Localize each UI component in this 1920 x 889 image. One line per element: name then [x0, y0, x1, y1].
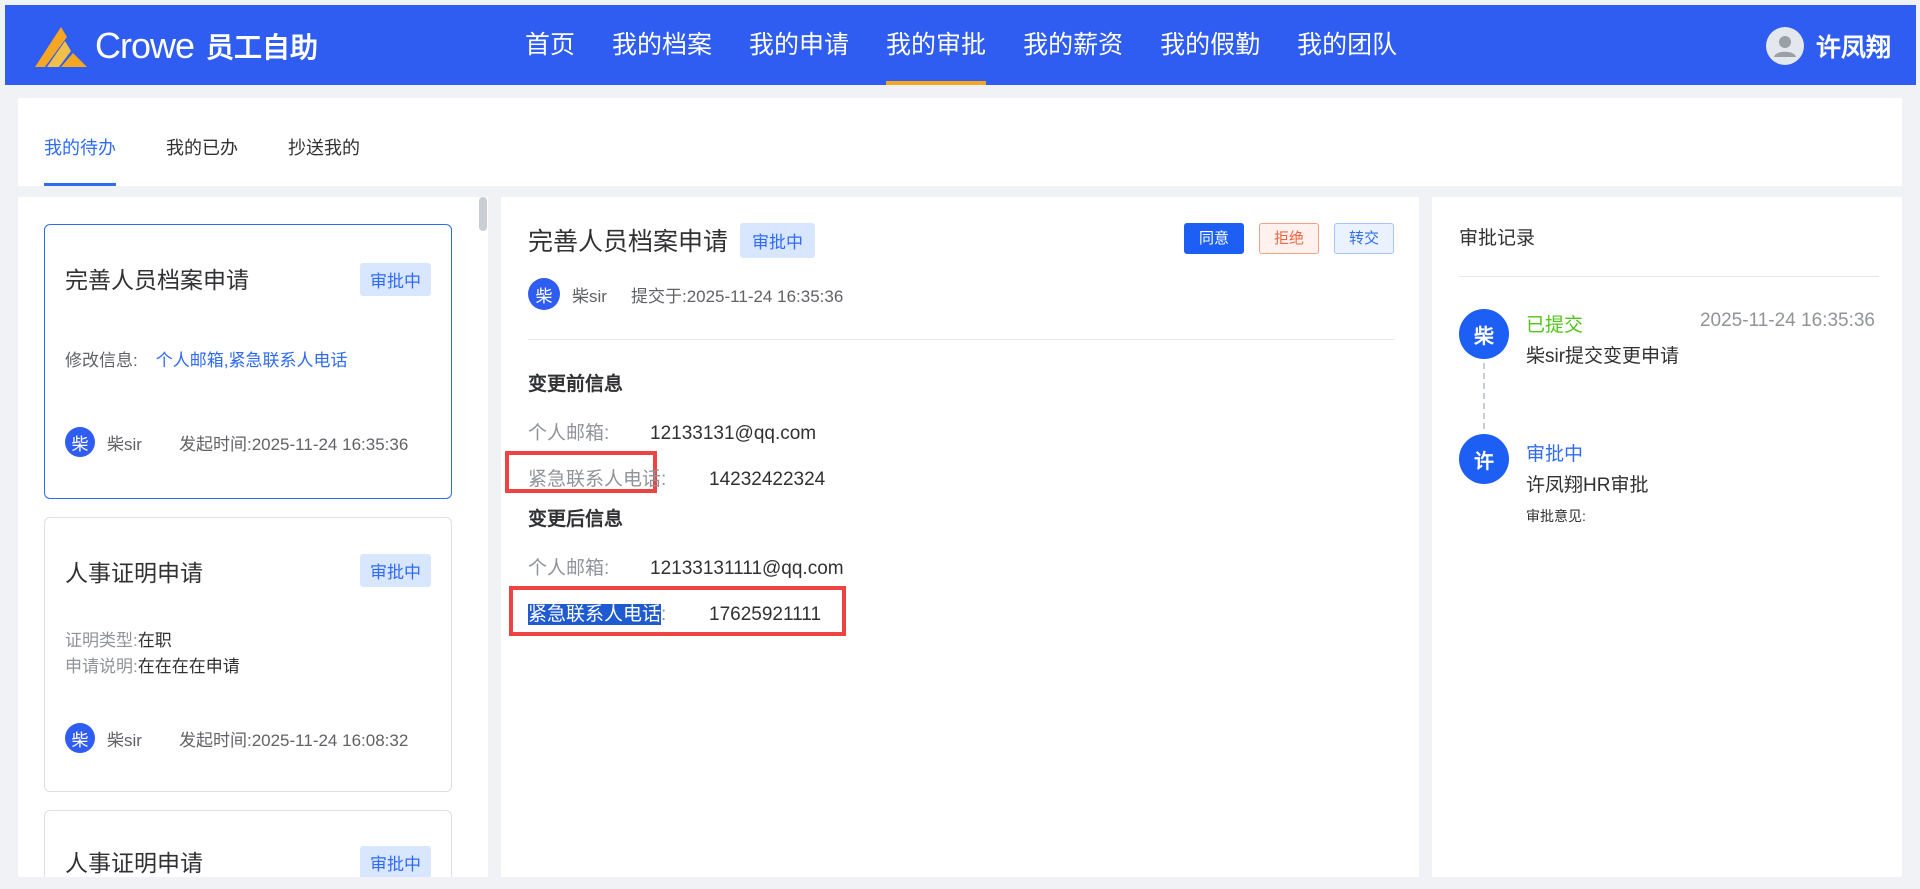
section-title-before: 变更前信息 — [528, 374, 624, 395]
list-scrollbar[interactable] — [478, 197, 488, 857]
after-phone-row: 紧急联系人电话: 17625921111 — [528, 599, 821, 626]
field-value: 17625921111 — [709, 604, 822, 625]
timeline-connector — [1483, 353, 1485, 429]
timeline-note: 审批意见: — [1526, 508, 1586, 524]
timeline-desc: 许凤翔HR审批 — [1526, 475, 1649, 496]
nav-my-applications[interactable]: 我的申请 — [749, 5, 849, 85]
nav-my-profile[interactable]: 我的档案 — [612, 5, 712, 85]
nav-my-team[interactable]: 我的团队 — [1297, 5, 1397, 85]
card-footer: 柴 柴sir 发起时间:2025-11-24 16:35:36 — [65, 427, 408, 457]
scrollbar-thumb[interactable] — [479, 197, 487, 231]
approval-card[interactable]: 人事证明申请 审批中 — [44, 810, 452, 877]
approval-card[interactable]: 人事证明申请 审批中 证明类型:在职 申请说明:在在在在申请 柴 柴sir 发起… — [44, 517, 452, 792]
field-value: 12133131111@qq.com — [650, 558, 844, 579]
main-nav: 首页 我的档案 我的申请 我的审批 我的薪资 我的假勤 我的团队 — [525, 5, 1434, 85]
applicant-name: 柴sir — [107, 434, 142, 454]
card-field-row: 证明类型:在职 — [65, 626, 172, 651]
record-title: 审批记录 — [1459, 228, 1536, 249]
nav-my-salary[interactable]: 我的薪资 — [1023, 5, 1123, 85]
card-field-row: 修改信息: 个人邮箱,紧急联系人电话 — [65, 346, 347, 371]
avatar: 柴 — [528, 278, 560, 310]
brand-subtitle: 员工自助 — [206, 32, 319, 63]
field-value: 12133131@qq.com — [650, 423, 817, 444]
before-email-row: 个人邮箱: 12133131@qq.com — [528, 418, 816, 445]
field-value: 个人邮箱,紧急联系人电话 — [155, 351, 348, 370]
divider — [1459, 276, 1879, 277]
start-time: 发起时间:2025-11-24 16:08:32 — [178, 730, 409, 750]
timeline-status: 已提交 — [1526, 315, 1584, 336]
applicant-name: 柴sir — [107, 730, 142, 750]
approval-list: 完善人员档案申请 审批中 修改信息: 个人邮箱,紧急联系人电话 柴 柴sir 发起… — [18, 197, 488, 877]
submitted-time: 提交于:2025-11-24 16:35:36 — [630, 286, 844, 306]
field-label: 修改信息: — [65, 351, 138, 370]
approval-tabs-bar: 我的待办 我的已办 抄送我的 — [18, 98, 1902, 186]
crowe-logo-icon — [35, 27, 87, 67]
status-badge: 审批中 — [360, 554, 431, 587]
top-nav-bar: Crowe 员工自助 首页 我的档案 我的申请 我的审批 我的薪资 我的假勤 我… — [5, 5, 1916, 85]
card-field-row: 申请说明:在在在在申请 — [65, 652, 240, 677]
submitter-name: 柴sir — [572, 286, 607, 306]
field-label: 个人邮箱: — [528, 423, 610, 444]
approval-card[interactable]: 完善人员档案申请 审批中 修改信息: 个人邮箱,紧急联系人电话 柴 柴sir 发起… — [44, 224, 452, 499]
divider — [528, 339, 1394, 340]
user-name: 许凤翔 — [1815, 34, 1891, 62]
tab-my-done[interactable]: 我的已办 — [166, 98, 238, 186]
selected-text: 紧急联系人电话 — [528, 604, 662, 625]
brand-name: Crowe — [95, 25, 195, 66]
field-value: 在职 — [137, 631, 172, 650]
submitter-info: 柴 柴sir 提交于:2025-11-24 16:35:36 — [528, 278, 843, 310]
transfer-button[interactable]: 转交 — [1334, 223, 1395, 254]
field-label: 申请说明: — [65, 657, 138, 676]
nav-home[interactable]: 首页 — [525, 5, 575, 85]
nav-my-attendance[interactable]: 我的假勤 — [1160, 5, 1260, 85]
start-time: 发起时间:2025-11-24 16:35:36 — [178, 434, 409, 454]
brand-logo[interactable]: Crowe 员工自助 — [33, 23, 318, 69]
avatar: 柴 — [65, 723, 95, 753]
avatar: 柴 — [65, 427, 95, 457]
approval-record-panel: 审批记录 柴 已提交 2025-11-24 16:35:36 柴sir提交变更申… — [1432, 197, 1902, 877]
field-label: 紧急联系人电话: — [528, 469, 667, 490]
status-badge: 审批中 — [360, 263, 431, 296]
before-phone-row: 紧急联系人电话: 14232422324 — [528, 464, 825, 491]
user-menu[interactable]: 许凤翔 — [1765, 27, 1891, 65]
timeline-status: 审批中 — [1526, 444, 1584, 465]
status-badge: 审批中 — [740, 223, 815, 258]
field-value: 14232422324 — [709, 469, 826, 490]
after-email-row: 个人邮箱: 12133131111@qq.com — [528, 553, 844, 580]
card-title: 人事证明申请 — [65, 850, 203, 876]
timeline-desc: 柴sir提交变更申请 — [1526, 346, 1680, 367]
section-title-after: 变更后信息 — [528, 509, 624, 530]
detail-title: 完善人员档案申请 — [528, 228, 729, 256]
field-label: 紧急联系人电话: — [528, 604, 667, 625]
field-value: 在在在在申请 — [137, 657, 240, 676]
tab-my-todo[interactable]: 我的待办 — [44, 98, 116, 186]
agree-button[interactable]: 同意 — [1184, 223, 1245, 254]
tab-cc-me[interactable]: 抄送我的 — [288, 98, 360, 186]
reject-button[interactable]: 拒绝 — [1259, 223, 1320, 254]
card-title: 人事证明申请 — [65, 560, 203, 586]
timeline-time: 2025-11-24 16:35:36 — [1699, 310, 1875, 331]
nav-my-approvals[interactable]: 我的审批 — [886, 5, 987, 85]
status-badge: 审批中 — [360, 846, 431, 877]
approval-detail: 完善人员档案申请 审批中 同意 拒绝 转交 柴 柴sir 提交于:2025-11… — [501, 197, 1419, 877]
avatar: 许 — [1459, 434, 1509, 484]
avatar: 柴 — [1459, 309, 1509, 359]
field-label: 证明类型: — [65, 631, 138, 650]
card-footer: 柴 柴sir 发起时间:2025-11-24 16:08:32 — [65, 723, 408, 753]
card-title: 完善人员档案申请 — [65, 267, 249, 293]
user-avatar-icon — [1765, 27, 1804, 65]
field-label: 个人邮箱: — [528, 558, 610, 579]
